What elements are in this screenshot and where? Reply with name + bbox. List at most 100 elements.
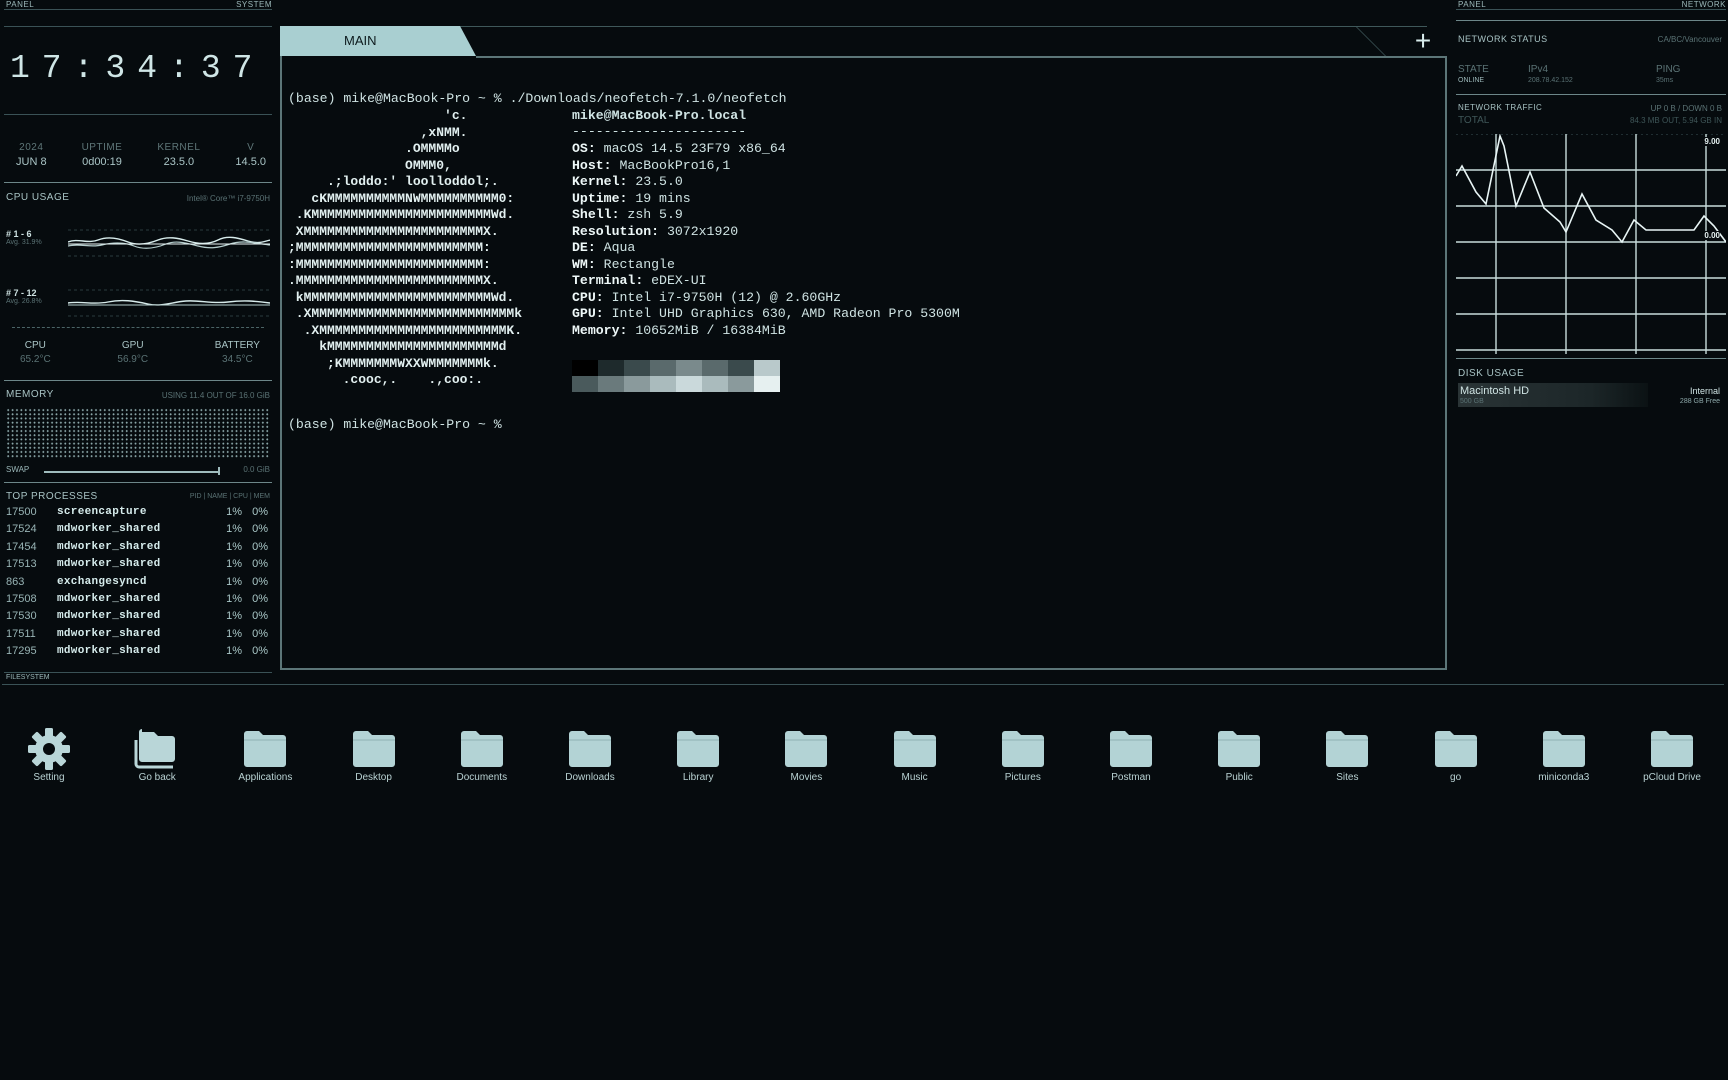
process-row[interactable]: 17508 mdworker_shared 1% 0% bbox=[6, 593, 268, 610]
gear-icon bbox=[26, 726, 72, 770]
command-line: (base) mike@MacBook-Pro ~ % ./Downloads/… bbox=[288, 91, 787, 106]
fs-item-pcloud-drive[interactable]: pCloud Drive bbox=[1627, 726, 1717, 783]
process-columns: PID | NAME | CPU | MEM bbox=[189, 493, 270, 500]
neofetch-line: CPU: Intel i7-9750H (12) @ 2.60GHz bbox=[572, 289, 842, 305]
fs-item-miniconda3[interactable]: miniconda3 bbox=[1519, 726, 1609, 783]
fs-item-public[interactable]: Public bbox=[1194, 726, 1284, 783]
neofetch-line: OS: macOS 14.5 23F79 x86_64 bbox=[572, 141, 786, 156]
process-name: screencapture bbox=[57, 506, 147, 518]
top-processes-title: TOP PROCESSES bbox=[6, 491, 98, 502]
neofetch-key: Shell bbox=[572, 207, 612, 222]
terminal-output[interactable]: (base) mike@MacBook-Pro ~ % ./Downloads/… bbox=[280, 58, 1447, 670]
fs-item-go[interactable]: go bbox=[1411, 726, 1501, 783]
process-row[interactable]: 17454 mdworker_shared 1% 0% bbox=[6, 541, 268, 558]
neofetch-key: DE bbox=[572, 240, 588, 255]
process-row[interactable]: 17513 mdworker_shared 1% 0% bbox=[6, 558, 268, 575]
panel-label: PANEL bbox=[1458, 0, 1487, 9]
process-mem: 0% bbox=[252, 645, 268, 658]
process-mem: 0% bbox=[252, 523, 268, 536]
fs-item-label: Go back bbox=[138, 772, 176, 783]
neofetch-line: Kernel: 23.5.0 bbox=[572, 174, 683, 189]
network-traffic-graph bbox=[1456, 134, 1726, 354]
clock: 17:34:37 bbox=[10, 50, 265, 87]
process-row[interactable]: 17295 mdworker_shared 1% 0% bbox=[6, 645, 268, 662]
terminal-window[interactable]: MAIN + (base) mike@MacBook-Pro ~ % ./Dow… bbox=[280, 26, 1447, 670]
palette-swatch bbox=[624, 376, 650, 392]
neofetch-value: zsh 5.9 bbox=[627, 207, 683, 222]
process-mem: 0% bbox=[252, 558, 268, 571]
tab-main[interactable]: MAIN bbox=[280, 26, 476, 56]
process-row[interactable]: 17524 mdworker_shared 1% 0% bbox=[6, 523, 268, 540]
neofetch-value: 19 mins bbox=[635, 190, 691, 206]
neofetch-value: 3072x1920 bbox=[666, 223, 739, 239]
folder-icon bbox=[351, 726, 397, 770]
filesystem-panel: Setting Go back Applications Desktop Documen… bbox=[0, 670, 1728, 790]
neofetch-line: Host: MacBookPro16,1 bbox=[572, 157, 731, 173]
process-cpu: 1% bbox=[226, 627, 242, 640]
fs-item-go-back[interactable]: Go back bbox=[112, 726, 202, 783]
neofetch-key: Resolution bbox=[572, 223, 652, 239]
folder-icon bbox=[1649, 726, 1695, 770]
process-cpu: 1% bbox=[226, 610, 242, 623]
temperatures: CPU 65.2°C GPU 56.9°C BATTERY 34.5°C bbox=[20, 340, 260, 365]
fs-item-setting[interactable]: Setting bbox=[4, 726, 94, 783]
palette-swatch bbox=[624, 360, 650, 376]
fs-item-label: Sites bbox=[1336, 772, 1359, 783]
process-pid: 17530 bbox=[6, 610, 37, 623]
system-label: SYSTEM bbox=[236, 0, 272, 9]
ping-value: 35ms bbox=[1656, 77, 1674, 84]
neofetch-key: WM bbox=[572, 256, 588, 272]
state-label: STATE bbox=[1458, 64, 1489, 75]
process-cpu: 1% bbox=[226, 575, 242, 588]
fs-item-library[interactable]: Library bbox=[653, 726, 743, 783]
palette-swatch bbox=[676, 360, 702, 376]
process-row[interactable]: 17500 screencapture 1% 0% bbox=[6, 506, 268, 523]
neofetch-value: Intel i7-9750H (12) @ 2.60GHz bbox=[611, 289, 842, 305]
process-pid: 17295 bbox=[6, 645, 37, 658]
process-cpu: 1% bbox=[226, 506, 242, 518]
fs-item-sites[interactable]: Sites bbox=[1302, 726, 1392, 783]
panel-label: PANEL bbox=[6, 0, 35, 9]
fs-item-documents[interactable]: Documents bbox=[437, 726, 527, 783]
memory-grid bbox=[6, 408, 270, 458]
disk-usage-bar[interactable]: Macintosh HD Internal 500 GB 288 GB Free bbox=[1458, 383, 1722, 407]
fs-item-movies[interactable]: Movies bbox=[761, 726, 851, 783]
system-panel: PANEL SYSTEM 17:34:37 2024 JUN 8 UPTIME 0d… bbox=[0, 0, 276, 690]
folder-icon bbox=[1433, 726, 1479, 770]
fs-item-music[interactable]: Music bbox=[870, 726, 960, 783]
folder-icon bbox=[242, 726, 288, 770]
neofetch-key: Memory bbox=[572, 322, 620, 338]
ip-value: 208.78.42.152 bbox=[1528, 77, 1573, 84]
ip-label: IPv4 bbox=[1528, 64, 1549, 75]
host-line: mike@MacBook-Pro.local bbox=[572, 108, 747, 123]
palette-swatch bbox=[702, 360, 728, 376]
cpu-graph-1 bbox=[68, 229, 270, 257]
neofetch-line: Shell: zsh 5.9 bbox=[572, 207, 683, 222]
cpu-group-1-label: # 1 - 6 bbox=[6, 229, 32, 239]
folder-icon bbox=[783, 726, 829, 770]
process-row[interactable]: 863 exchangesyncd 1% 0% bbox=[6, 576, 268, 593]
process-pid: 17524 bbox=[6, 523, 37, 536]
process-row[interactable]: 17530 mdworker_shared 1% 0% bbox=[6, 610, 268, 627]
temp-cpu: CPU 65.2°C bbox=[20, 340, 51, 365]
plus-icon[interactable]: + bbox=[1409, 27, 1437, 55]
process-cpu: 1% bbox=[226, 593, 242, 605]
traffic-scale-bottom: 0.00 bbox=[1704, 231, 1720, 240]
folder-icon bbox=[1541, 726, 1587, 770]
fs-item-applications[interactable]: Applications bbox=[220, 726, 310, 783]
fs-item-desktop[interactable]: Desktop bbox=[329, 726, 419, 783]
system-info: 2024 JUN 8 UPTIME 0d00:19 KERNEL 23.5.0 V 14… bbox=[16, 142, 266, 168]
neofetch-value: 10652MiB / 16384MiB bbox=[635, 322, 786, 338]
cpu-group-1-avg: Avg. 31.9% bbox=[6, 239, 42, 246]
process-name: mdworker_shared bbox=[57, 627, 161, 640]
fs-item-downloads[interactable]: Downloads bbox=[545, 726, 635, 783]
swap-label: SWAP bbox=[6, 465, 30, 474]
neofetch-line: GPU: Intel UHD Graphics 630, AMD Radeon … bbox=[572, 306, 960, 321]
process-mem: 0% bbox=[252, 610, 268, 623]
process-pid: 17508 bbox=[6, 593, 37, 605]
process-row[interactable]: 17511 mdworker_shared 1% 0% bbox=[6, 628, 268, 645]
palette-swatch bbox=[754, 376, 780, 392]
fs-item-pictures[interactable]: Pictures bbox=[978, 726, 1068, 783]
fs-item-postman[interactable]: Postman bbox=[1086, 726, 1176, 783]
palette-swatch bbox=[676, 376, 702, 392]
